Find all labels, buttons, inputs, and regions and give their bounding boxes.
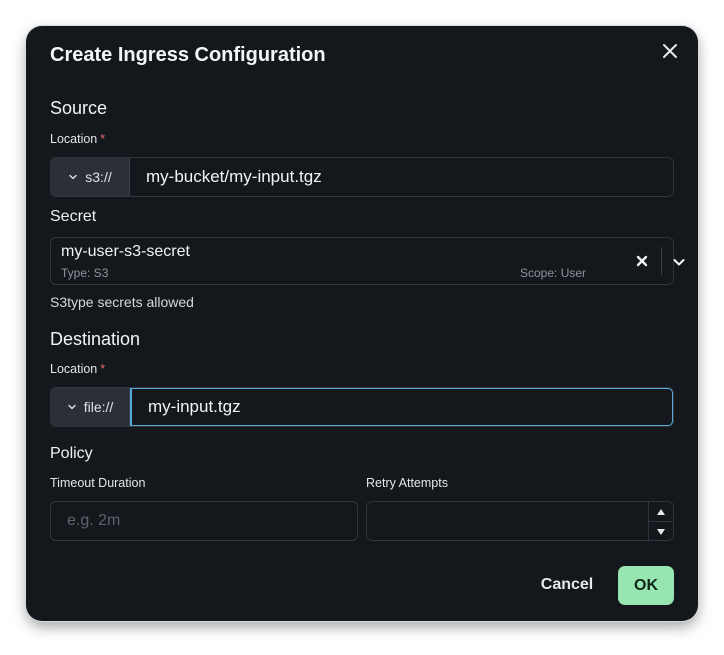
source-location-input[interactable]: my-bucket/my-input.tgz [130,158,673,196]
retry-input[interactable] [366,501,674,541]
source-prefix-label: s3:// [85,169,112,185]
destination-location-field: file:// my-input.tgz [50,387,674,427]
required-marker: * [100,132,106,146]
timeout-label: Timeout Duration [50,476,146,490]
triangle-down-icon[interactable] [649,521,673,541]
source-location-label-text: Location [50,132,98,146]
destination-location-label-text: Location [50,362,98,376]
secret-divider [661,247,662,275]
source-heading: Source [50,98,108,118]
retry-stepper [648,502,673,540]
chevron-down-icon[interactable] [671,254,687,270]
destination-prefix-label: file:// [83,399,114,415]
secret-label: Secret [50,208,97,225]
destination-location-label: Location * [50,362,105,376]
timeout-placeholder: e.g. 2m [67,512,121,529]
retry-label: Retry Attempts [366,476,448,490]
source-location-label: Location * [50,132,105,146]
required-marker: * [100,362,106,376]
chevron-down-icon [69,174,77,180]
clear-icon[interactable] [635,254,649,268]
destination-prefix-select[interactable]: file:// [51,388,130,426]
secret-name: my-user-s3-secret [61,243,190,260]
secret-hint: S3type secrets allowed [50,294,194,310]
ok-button[interactable]: OK [618,566,674,605]
source-prefix-select[interactable]: s3:// [51,158,130,196]
destination-heading: Destination [50,329,141,349]
source-location-field: s3:// my-bucket/my-input.tgz [50,157,674,197]
secret-type: Type: S3 [61,266,109,280]
timeout-input[interactable]: e.g. 2m [50,501,358,541]
secret-scope: Scope: User [520,266,587,280]
triangle-up-icon[interactable] [649,502,673,521]
cancel-button[interactable]: Cancel [530,566,604,604]
ingress-dialog: Create Ingress Configuration Source Loca… [26,26,698,621]
destination-location-input[interactable]: my-input.tgz [130,388,673,426]
policy-heading: Policy [50,445,93,462]
close-icon[interactable] [659,40,681,62]
secret-select[interactable]: my-user-s3-secret Type: S3 Scope: User [50,237,685,285]
dialog-title: Create Ingress Configuration [50,44,326,66]
chevron-down-icon [68,404,76,410]
